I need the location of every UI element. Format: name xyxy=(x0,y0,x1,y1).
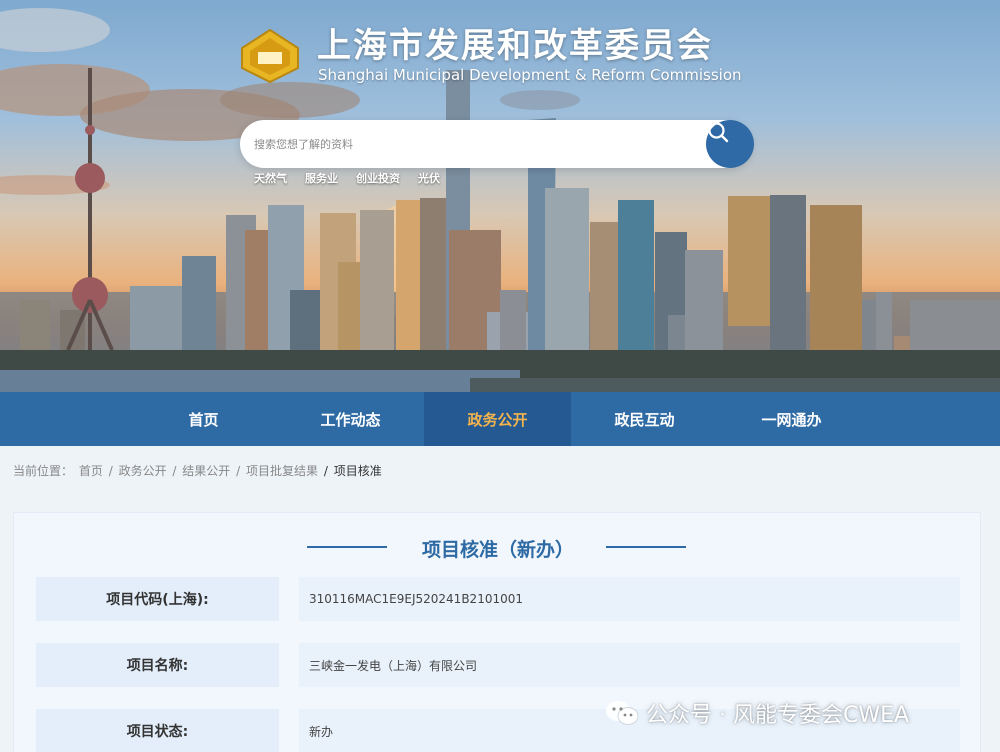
breadcrumb-link[interactable]: 首页 xyxy=(79,464,103,478)
field-label: 项目状态: xyxy=(36,709,279,752)
detail-row: 项目代码(上海): 310116MAC1E9EJ520241B2101001 xyxy=(36,577,960,621)
nav-item-government-affairs[interactable]: 政务公开 xyxy=(424,392,571,446)
breadcrumb: 当前位置： 首页 / 政务公开 / 结果公开 / 项目批复结果 / 项目核准 xyxy=(13,462,384,479)
detail-row: 项目名称: 三峡金一发电（上海）有限公司 xyxy=(36,643,960,687)
main-nav: 首页 工作动态 政务公开 政民互动 一网通办 xyxy=(0,392,1000,446)
commission-logo[interactable] xyxy=(240,28,300,84)
breadcrumb-separator: / xyxy=(172,464,177,478)
hot-word-link[interactable]: 光伏 xyxy=(418,170,440,186)
page: 上海市发展和改革委员会 Shanghai Municipal Developme… xyxy=(0,0,1000,752)
hot-word-link[interactable]: 服务业 xyxy=(305,170,338,186)
hot-search-words: 天然气 服务业 创业投资 光伏 xyxy=(254,170,440,186)
nav-item-home[interactable]: 首页 xyxy=(130,392,277,446)
nav-item-work-news[interactable]: 工作动态 xyxy=(277,392,424,446)
breadcrumb-link[interactable]: 项目批复结果 xyxy=(246,464,318,478)
field-value: 310116MAC1E9EJ520241B2101001 xyxy=(299,577,960,621)
hot-word-link[interactable]: 天然气 xyxy=(254,170,287,186)
breadcrumb-separator: / xyxy=(108,464,113,478)
search-button[interactable] xyxy=(706,120,754,168)
site-subtitle: Shanghai Municipal Development & Reform … xyxy=(318,66,742,84)
field-label: 项目名称: xyxy=(36,643,279,687)
nav-item-public-interaction[interactable]: 政民互动 xyxy=(571,392,718,446)
header-banner: 上海市发展和改革委员会 Shanghai Municipal Developme… xyxy=(0,0,1000,392)
breadcrumb-separator: / xyxy=(323,464,328,478)
breadcrumb-link[interactable]: 政务公开 xyxy=(119,464,167,478)
wechat-icon xyxy=(606,701,639,725)
search-input[interactable] xyxy=(254,120,684,168)
site-title: 上海市发展和改革委员会 xyxy=(317,26,713,66)
wechat-watermark: 公众号 · 风能专委会CWEA xyxy=(604,697,909,729)
breadcrumb-link[interactable]: 结果公开 xyxy=(182,464,230,478)
hot-word-link[interactable]: 创业投资 xyxy=(356,170,400,186)
breadcrumb-current: 项目核准 xyxy=(333,464,382,478)
panel-title: 项目核准（新办） xyxy=(421,539,574,561)
watermark-text: 公众号 · 风能专委会CWEA xyxy=(646,703,910,728)
field-label: 项目代码(上海): xyxy=(36,577,279,621)
field-value: 三峡金一发电（上海）有限公司 xyxy=(299,643,960,687)
breadcrumb-separator: / xyxy=(236,464,241,478)
nav-item-online-services[interactable]: 一网通办 xyxy=(718,392,865,446)
search-bar xyxy=(240,120,754,168)
breadcrumb-prefix: 当前位置： xyxy=(13,464,74,478)
search-icon xyxy=(708,122,729,143)
